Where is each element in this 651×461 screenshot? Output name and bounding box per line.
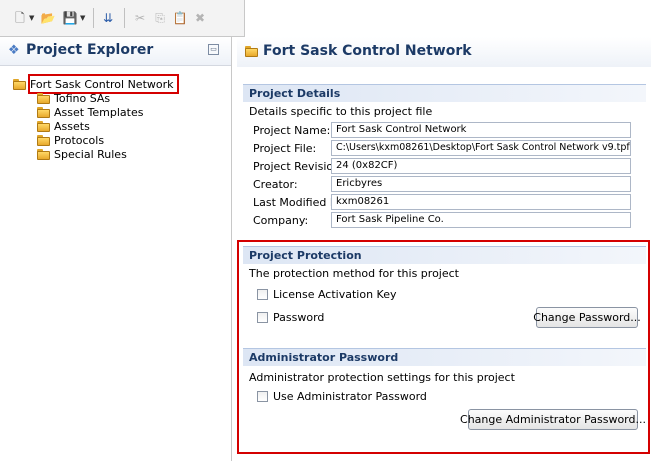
field-label: Creator:: [253, 178, 298, 191]
last-modified-by-field[interactable]: kxm08261: [331, 194, 631, 210]
tofino-folder-icon: [37, 93, 50, 104]
creator-field[interactable]: Ericbyres: [331, 176, 631, 192]
save-icon[interactable]: 💾: [62, 10, 78, 26]
project-revision-field[interactable]: 24 (0x82CF): [331, 158, 631, 174]
project-explorer-title: Project Explorer: [26, 42, 154, 58]
tree-item-label: Tofino SAs: [54, 92, 111, 105]
tree-item-label: Protocols: [54, 134, 105, 147]
highlight-box: [237, 240, 650, 454]
tree-item-assets[interactable]: Assets: [37, 120, 90, 133]
copy-icon[interactable]: ⎘: [152, 10, 168, 26]
tree-item-special-rules[interactable]: Special Rules: [37, 148, 127, 161]
project-folder-icon: [13, 79, 26, 90]
editor-title: Fort Sask Control Network: [263, 43, 472, 59]
tree-item-tofino-sas[interactable]: Tofino SAs: [37, 92, 110, 105]
project-file-field[interactable]: C:\Users\kxm08261\Desktop\Fort Sask Cont…: [331, 140, 631, 156]
delete-icon[interactable]: ✖: [192, 10, 208, 26]
project-details-header: Project Details: [243, 84, 646, 102]
new-icon[interactable]: 🗋: [12, 10, 28, 26]
toolbar-separator: [124, 8, 125, 28]
assets-folder-icon: [37, 121, 50, 132]
project-explorer-icon: ❖: [8, 43, 20, 58]
field-label: Project Name:: [253, 124, 331, 137]
tree-item-label: Special Rules: [54, 148, 127, 161]
main-toolbar: 🗋 ▼ 📂 💾 ▼ ⇊ ✂ ⎘ 📋 ✖: [0, 0, 245, 37]
company-field[interactable]: Fort Sask Pipeline Co.: [331, 212, 631, 228]
dropdown-arrow-icon[interactable]: ▼: [29, 14, 34, 22]
cut-icon[interactable]: ✂: [132, 10, 148, 26]
paste-icon[interactable]: 📋: [172, 10, 188, 26]
minimize-icon[interactable]: ▭: [208, 44, 219, 55]
highlight-box: [28, 74, 179, 94]
toolbar-separator: [93, 8, 94, 28]
project-name-field[interactable]: Fort Sask Control Network: [331, 122, 631, 138]
tree-item-label: Asset Templates: [54, 106, 144, 119]
special-rules-folder-icon: [37, 149, 50, 160]
field-label: Project File:: [253, 142, 317, 155]
project-details-section: Project Details Details specific to this…: [243, 84, 646, 238]
import-icon[interactable]: ⇊: [100, 10, 116, 26]
protocols-folder-icon: [37, 135, 50, 146]
editor-header: Fort Sask Control Network: [237, 37, 651, 67]
project-explorer-panel: ❖ Project Explorer ▭ Fort Sask Control N…: [0, 37, 232, 461]
project-explorer-header: ❖ Project Explorer ▭: [0, 37, 231, 66]
open-folder-icon[interactable]: 📂: [40, 10, 56, 26]
field-label: Company:: [253, 214, 309, 227]
tree-item-asset-templates[interactable]: Asset Templates: [37, 106, 144, 119]
section-description: Details specific to this project file: [249, 105, 433, 118]
tree-item-protocols[interactable]: Protocols: [37, 134, 104, 147]
dropdown-arrow-icon[interactable]: ▼: [80, 14, 85, 22]
asset-templates-folder-icon: [37, 107, 50, 118]
tree-item-label: Assets: [54, 120, 90, 133]
section-title: Project Details: [249, 87, 341, 100]
